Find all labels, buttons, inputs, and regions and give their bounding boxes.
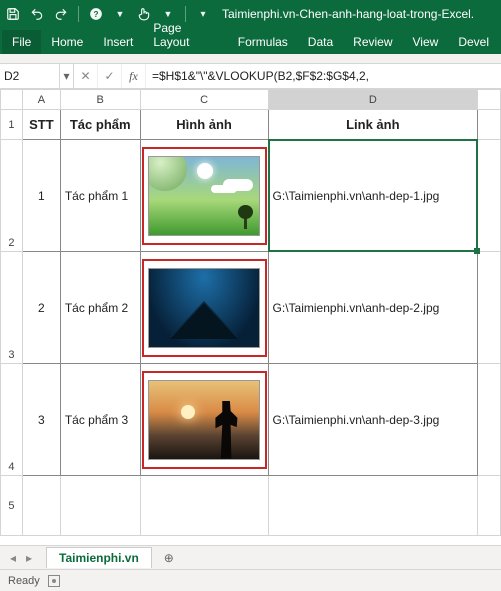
cell-b3[interactable]: Tác phẩm 2 xyxy=(60,252,140,364)
tab-page-layout[interactable]: Page Layout xyxy=(143,16,227,54)
touch-mode-icon[interactable] xyxy=(135,5,153,23)
cell-e1[interactable] xyxy=(478,110,501,140)
row-header-5[interactable]: 5 xyxy=(1,476,23,536)
cancel-formula-icon[interactable]: ✕ xyxy=(74,64,98,88)
row-header-3[interactable]: 3 xyxy=(1,252,23,364)
sheet-nav[interactable]: ◂ ▸ xyxy=(0,551,42,565)
cell-c1[interactable]: Hình ảnh xyxy=(140,110,268,140)
ribbon-body xyxy=(0,54,501,64)
cell-a1[interactable]: STT xyxy=(22,110,60,140)
cell-a2[interactable]: 1 xyxy=(22,140,60,252)
cell-d5[interactable] xyxy=(268,476,478,536)
column-header-a[interactable]: A xyxy=(22,90,60,110)
cell-b1[interactable]: Tác phẩm xyxy=(60,110,140,140)
tab-insert[interactable]: Insert xyxy=(93,30,143,54)
fill-handle[interactable] xyxy=(474,248,480,254)
embedded-image-2[interactable] xyxy=(148,268,260,348)
image-frame xyxy=(141,258,268,358)
formula-bar: D2 ▾ ✕ ✓ fx =$H$1&"\"&VLOOKUP(B2,$F$2:$G… xyxy=(0,64,501,89)
cell-d1[interactable]: Link ảnh xyxy=(268,110,478,140)
image-frame xyxy=(141,370,268,470)
help-icon[interactable]: ? xyxy=(87,5,105,23)
image-frame xyxy=(141,146,268,246)
row-header-2[interactable]: 2 xyxy=(1,140,23,252)
cell-b4[interactable]: Tác phẩm 3 xyxy=(60,364,140,476)
macro-record-icon[interactable] xyxy=(48,575,60,587)
tab-developer[interactable]: Devel xyxy=(448,30,499,54)
status-ready: Ready xyxy=(8,575,40,587)
formula-input[interactable]: =$H$1&"\"&VLOOKUP(B2,$F$2:$G$4,2, xyxy=(146,64,501,88)
worksheet-area[interactable]: A B C D 1 STT Tác phẩm Hình ảnh Link ảnh… xyxy=(0,89,501,545)
cell-d2[interactable]: G:\Taimienphi.vn\anh-dep-1.jpg xyxy=(268,140,478,252)
sheet-tab-bar: ◂ ▸ Taimienphi.vn ⊕ xyxy=(0,545,501,569)
cell-c3[interactable] xyxy=(140,252,268,364)
cell-b2[interactable]: Tác phẩm 1 xyxy=(60,140,140,252)
redo-icon[interactable] xyxy=(52,5,70,23)
column-header-d[interactable]: D xyxy=(268,90,478,110)
tab-formulas[interactable]: Formulas xyxy=(228,30,298,54)
status-bar: Ready xyxy=(0,569,501,591)
ribbon-tabs: File Home Insert Page Layout Formulas Da… xyxy=(0,28,501,54)
cell-a5[interactable] xyxy=(22,476,60,536)
row-header-4[interactable]: 4 xyxy=(1,364,23,476)
column-header-c[interactable]: C xyxy=(140,90,268,110)
cell-e4[interactable] xyxy=(478,364,501,476)
add-sheet-icon[interactable]: ⊕ xyxy=(158,551,180,565)
sheet-nav-prev-icon[interactable]: ◂ xyxy=(6,551,20,565)
name-box[interactable]: D2 xyxy=(0,64,60,88)
customize-qat-icon[interactable]: ▾ xyxy=(194,5,212,23)
tab-data[interactable]: Data xyxy=(298,30,343,54)
column-header-b[interactable]: B xyxy=(60,90,140,110)
cell-c2[interactable] xyxy=(140,140,268,252)
tab-review[interactable]: Review xyxy=(343,30,402,54)
cell-e5[interactable] xyxy=(478,476,501,536)
enter-formula-icon[interactable]: ✓ xyxy=(98,64,122,88)
tab-file[interactable]: File xyxy=(2,30,41,54)
save-icon[interactable] xyxy=(4,5,22,23)
select-all-corner[interactable] xyxy=(1,90,23,110)
window-title: Taimienphi.vn-Chen-anh-hang-loat-trong-E… xyxy=(222,7,474,21)
cell-c4[interactable] xyxy=(140,364,268,476)
svg-text:?: ? xyxy=(94,10,99,19)
chevron-down-icon[interactable]: ▼ xyxy=(111,5,129,23)
cell-c5[interactable] xyxy=(140,476,268,536)
tab-view[interactable]: View xyxy=(403,30,449,54)
cell-b5[interactable] xyxy=(60,476,140,536)
column-header-blank[interactable] xyxy=(478,90,501,110)
cell-a4[interactable]: 3 xyxy=(22,364,60,476)
insert-function-icon[interactable]: fx xyxy=(122,64,146,88)
worksheet-grid[interactable]: A B C D 1 STT Tác phẩm Hình ảnh Link ảnh… xyxy=(0,89,501,536)
cell-e2[interactable] xyxy=(478,140,501,252)
embedded-image-3[interactable] xyxy=(148,380,260,460)
cell-d2-value: G:\Taimienphi.vn\anh-dep-1.jpg xyxy=(273,189,440,203)
title-bar: ? ▼ ▼ ▾ Taimienphi.vn-Chen-anh-hang-loat… xyxy=(0,0,501,28)
cell-d3[interactable]: G:\Taimienphi.vn\anh-dep-2.jpg xyxy=(268,252,478,364)
chevron-down-icon[interactable]: ▼ xyxy=(159,5,177,23)
sheet-tab-active[interactable]: Taimienphi.vn xyxy=(46,547,152,568)
row-header-1[interactable]: 1 xyxy=(1,110,23,140)
sheet-nav-next-icon[interactable]: ▸ xyxy=(22,551,36,565)
cell-d4[interactable]: G:\Taimienphi.vn\anh-dep-3.jpg xyxy=(268,364,478,476)
cell-a3[interactable]: 2 xyxy=(22,252,60,364)
undo-icon[interactable] xyxy=(28,5,46,23)
cell-e3[interactable] xyxy=(478,252,501,364)
name-box-dropdown-icon[interactable]: ▾ xyxy=(60,64,74,88)
tab-home[interactable]: Home xyxy=(41,30,93,54)
embedded-image-1[interactable] xyxy=(148,156,260,236)
